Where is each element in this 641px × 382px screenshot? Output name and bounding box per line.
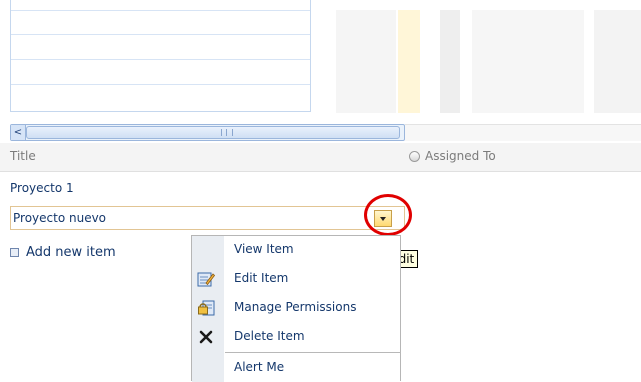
permissions-icon xyxy=(198,300,215,316)
list-header: Title Assigned To xyxy=(0,143,641,172)
menu-item-permissions[interactable]: Manage Permissions xyxy=(198,294,401,322)
menu-separator xyxy=(225,352,401,353)
scroll-track-right xyxy=(405,124,641,141)
grid-line xyxy=(11,10,310,11)
menu-item-alert-me[interactable]: Alert Me xyxy=(225,354,401,382)
gantt-column xyxy=(472,10,584,113)
delete-icon xyxy=(199,330,213,344)
list-item-title[interactable]: Proyecto nuevo xyxy=(13,211,106,225)
gantt-column xyxy=(336,10,396,113)
scroll-thumb[interactable] xyxy=(26,126,400,139)
grid-line xyxy=(11,84,310,85)
gantt-column-highlight xyxy=(398,10,420,113)
header-assigned-to[interactable]: Assigned To xyxy=(425,149,496,163)
menu-item-view[interactable]: View Item xyxy=(225,236,401,264)
header-title[interactable]: Title xyxy=(10,149,36,163)
grid-line xyxy=(11,59,310,60)
edit-icon xyxy=(197,272,215,287)
grip-icon xyxy=(221,129,233,136)
grid-line xyxy=(11,34,310,35)
bullet-icon xyxy=(10,248,19,257)
horizontal-scrollbar[interactable]: < xyxy=(10,124,405,141)
add-new-item-label: Add new item xyxy=(26,245,116,260)
highlight-circle xyxy=(364,194,412,236)
context-menu: View Item Edit Item Manage Permissions D… xyxy=(191,235,401,382)
add-new-item-link[interactable]: Add new item xyxy=(10,245,116,260)
presence-icon xyxy=(409,151,420,162)
list-item-title[interactable]: Proyecto 1 xyxy=(10,181,74,195)
gantt-grid xyxy=(10,0,311,112)
gantt-column xyxy=(594,10,641,113)
menu-item-edit[interactable]: Edit Item xyxy=(197,265,401,293)
gantt-column xyxy=(440,10,460,113)
selected-list-item[interactable]: Proyecto nuevo xyxy=(10,206,405,230)
scroll-left-button[interactable]: < xyxy=(11,125,26,140)
chevron-left-icon: < xyxy=(13,127,23,138)
menu-item-delete[interactable]: Delete Item xyxy=(199,323,401,351)
